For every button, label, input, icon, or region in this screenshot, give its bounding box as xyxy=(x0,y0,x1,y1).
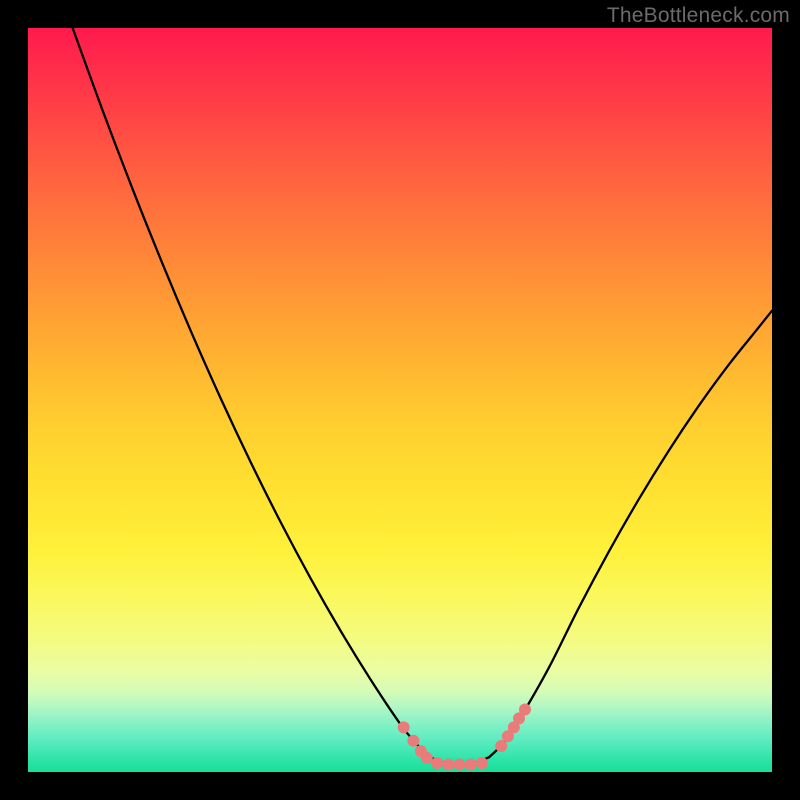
watermark-text: TheBottleneck.com xyxy=(607,4,790,28)
marker-left-cluster xyxy=(421,752,433,764)
chart-frame: TheBottleneck.com xyxy=(0,0,800,800)
marker-floor xyxy=(454,759,466,771)
marker-floor xyxy=(442,759,454,771)
marker-right-cluster xyxy=(519,704,531,716)
marker-floor xyxy=(476,757,488,769)
series-right-curve xyxy=(489,311,772,757)
marker-left-cluster xyxy=(398,721,410,733)
marker-floor xyxy=(431,757,443,769)
marker-left-cluster xyxy=(407,735,419,747)
plot-area xyxy=(28,28,772,772)
marker-right-cluster xyxy=(495,740,507,752)
series-left-curve xyxy=(73,28,430,757)
marker-floor xyxy=(465,759,477,771)
chart-svg xyxy=(28,28,772,772)
